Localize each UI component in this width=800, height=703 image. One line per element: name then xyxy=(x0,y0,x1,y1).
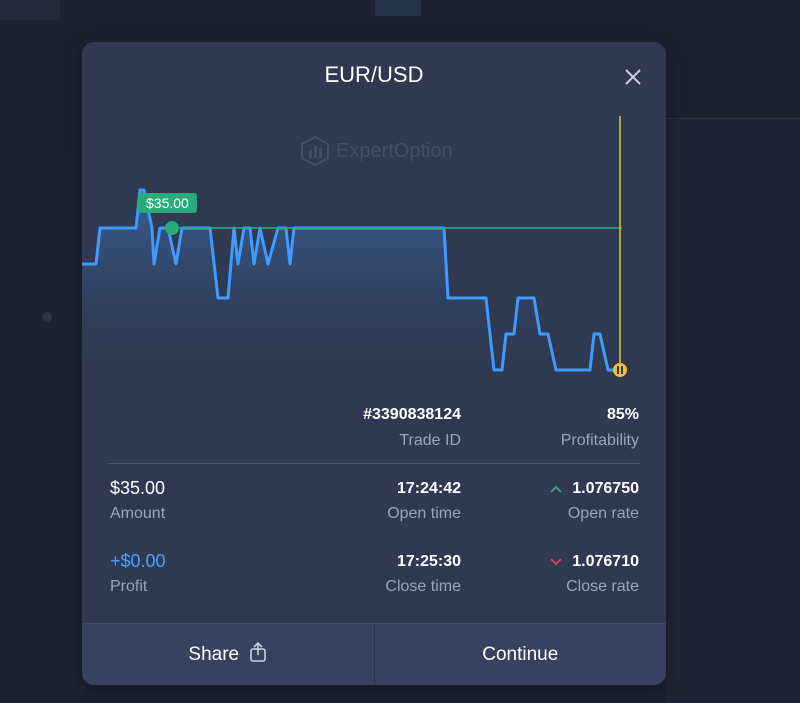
profit-label: Profit xyxy=(110,578,148,595)
amount-value: $35.00 xyxy=(110,478,166,498)
entry-price-badge: $35.00 xyxy=(138,193,197,213)
trade-id-value: #3390838124 xyxy=(363,406,461,423)
background-marker xyxy=(42,312,52,322)
open-rate: 1.076750 xyxy=(550,480,639,498)
watermark-logo: ExpertOption xyxy=(300,136,453,166)
amount-label: Amount xyxy=(110,505,166,522)
profitability-value: 85% xyxy=(606,406,639,423)
background-chart-area xyxy=(0,150,82,702)
background-tab xyxy=(375,0,421,16)
close-rate: 1.076710 xyxy=(550,553,639,571)
entry-marker xyxy=(165,221,179,235)
open-time-label: Open time xyxy=(387,505,461,522)
close-icon[interactable] xyxy=(624,68,642,86)
trade-result-modal: EUR/USD ExpertOption $35.00 #3390838124 … xyxy=(82,42,666,685)
close-time-label: Close time xyxy=(385,578,461,595)
watermark-text: ExpertOption xyxy=(336,139,453,162)
continue-button[interactable]: Continue xyxy=(375,624,667,685)
share-icon xyxy=(249,641,267,668)
close-marker xyxy=(613,363,627,377)
divider xyxy=(108,463,640,464)
modal-footer: Share Continue xyxy=(82,623,666,685)
trade-id-label: Trade ID xyxy=(399,432,461,449)
chart-area-fill xyxy=(82,190,620,392)
profitability-label: Profitability xyxy=(560,432,639,449)
profit-value: +$0.00 xyxy=(110,551,166,571)
background-panel xyxy=(0,0,60,20)
continue-label: Continue xyxy=(482,644,559,665)
open-rate-value: 1.076750 xyxy=(572,480,639,497)
logo-icon xyxy=(301,136,329,166)
share-button[interactable]: Share xyxy=(82,624,374,685)
modal-title: EUR/USD xyxy=(324,62,424,87)
arrow-up-icon xyxy=(550,480,566,496)
close-rate-value: 1.076710 xyxy=(572,553,639,570)
share-label: Share xyxy=(188,644,240,665)
arrow-down-icon xyxy=(550,553,566,569)
close-rate-label: Close rate xyxy=(566,578,639,595)
close-time-value: 17:25:30 xyxy=(396,553,461,570)
open-rate-label: Open rate xyxy=(567,505,639,522)
open-time-value: 17:24:42 xyxy=(396,480,461,497)
background-sidebar xyxy=(666,118,800,703)
